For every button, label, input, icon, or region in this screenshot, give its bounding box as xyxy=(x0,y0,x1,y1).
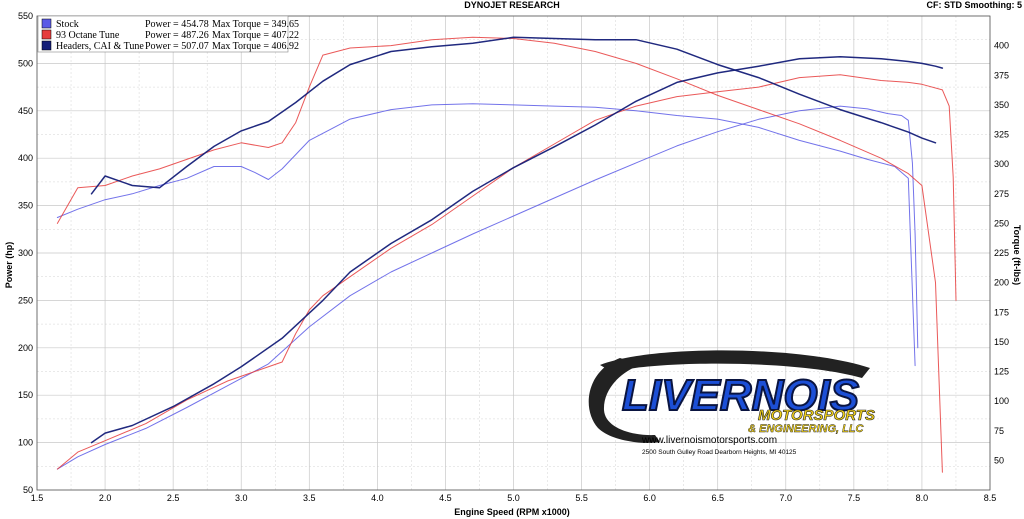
y-tick-label-9: 500 xyxy=(18,58,33,68)
legend-swatch-headers xyxy=(41,40,52,51)
x-tick-label-7: 5.0 xyxy=(507,493,520,503)
x-tick-label-14: 8.5 xyxy=(984,493,997,503)
x-tick-label-6: 4.5 xyxy=(439,493,452,503)
y2-tick-label-2: 100 xyxy=(994,396,1009,406)
y-tick-label-10: 550 xyxy=(18,11,33,21)
logo-line3: & ENGINEERING, LLC xyxy=(748,423,865,435)
logo-line2: MOTORSPORTS xyxy=(758,407,875,424)
x-tick-label-5: 4.0 xyxy=(371,493,384,503)
y2-tick-label-5: 175 xyxy=(994,307,1009,317)
dyno-chart: DYNOJET RESEARCH CF: STD Smoothing: 5 1.… xyxy=(0,0,1024,519)
logo-address: 2500 South Gulley Road Dearborn Heights,… xyxy=(642,449,797,456)
y2-tick-label-6: 200 xyxy=(994,278,1009,288)
x-tick-label-13: 8.0 xyxy=(916,493,929,503)
y-tick-label-8: 450 xyxy=(18,106,33,116)
x-tick-label-12: 7.5 xyxy=(848,493,861,503)
legend-torque-stock: Max Torque = 349.65 xyxy=(212,19,299,30)
y2-tick-label-9: 275 xyxy=(994,189,1009,199)
legend-name-stock: Stock xyxy=(56,19,79,30)
legend-row-headers: Headers, CAI & Tune Power = 507.07 Max T… xyxy=(41,40,299,52)
legend-name-93-octane: 93 Octane Tune xyxy=(56,30,120,41)
y-tick-label-1: 100 xyxy=(18,438,33,448)
y2-axis-title: Torque (ft-lbs) xyxy=(1012,225,1022,285)
y2-tick-label-3: 125 xyxy=(994,367,1009,377)
chart-header-settings: CF: STD Smoothing: 5 xyxy=(927,0,1023,10)
x-tick-label-1: 2.0 xyxy=(99,493,112,503)
y-tick-label-7: 400 xyxy=(18,153,33,163)
y-tick-label-5: 300 xyxy=(18,248,33,258)
y2-tick-label-8: 250 xyxy=(994,218,1009,228)
legend: Stock Power = 454.78 Max Torque = 349.65… xyxy=(37,15,299,53)
y-tick-label-2: 150 xyxy=(18,390,33,400)
background xyxy=(0,0,1024,519)
y-tick-label-3: 200 xyxy=(18,343,33,353)
y2-tick-label-0: 50 xyxy=(994,455,1004,465)
x-tick-label-8: 5.5 xyxy=(575,493,588,503)
legend-power-stock: Power = 454.78 xyxy=(145,19,209,30)
y2-tick-label-12: 350 xyxy=(994,100,1009,110)
y2-tick-label-13: 375 xyxy=(994,70,1009,80)
y2-tick-label-14: 400 xyxy=(994,41,1009,51)
y-axis-title: Power (hp) xyxy=(4,242,14,289)
legend-name-headers: Headers, CAI & Tune xyxy=(56,41,144,52)
x-tick-label-4: 3.5 xyxy=(303,493,316,503)
y-tick-label-6: 350 xyxy=(18,201,33,211)
chart-header-title: DYNOJET RESEARCH xyxy=(464,0,560,10)
legend-torque-93-octane: Max Torque = 407.22 xyxy=(212,30,299,41)
legend-power-headers: Power = 507.07 xyxy=(145,41,209,52)
y2-tick-label-4: 150 xyxy=(994,337,1009,347)
x-tick-label-2: 2.5 xyxy=(167,493,180,503)
legend-power-93-octane: Power = 487.26 xyxy=(145,30,209,41)
x-tick-label-10: 6.5 xyxy=(711,493,724,503)
y-tick-label-4: 250 xyxy=(18,295,33,305)
y2-tick-label-10: 300 xyxy=(994,159,1009,169)
y2-tick-label-1: 75 xyxy=(994,426,1004,436)
legend-row-93-octane: 93 Octane Tune Power = 487.26 Max Torque… xyxy=(41,29,299,41)
legend-torque-headers: Max Torque = 406.92 xyxy=(212,41,299,52)
legend-swatch-93-octane xyxy=(41,29,52,40)
x-tick-label-9: 6.0 xyxy=(643,493,656,503)
y2-tick-label-7: 225 xyxy=(994,248,1009,258)
y2-tick-label-11: 325 xyxy=(994,130,1009,140)
logo-url: www.livernoismotorsports.com xyxy=(641,435,777,446)
x-axis-title: Engine Speed (RPM x1000) xyxy=(454,507,570,517)
y-tick-label-0: 50 xyxy=(23,485,33,495)
x-tick-label-3: 3.0 xyxy=(235,493,248,503)
legend-swatch-stock xyxy=(41,18,52,29)
x-tick-label-11: 7.0 xyxy=(780,493,793,503)
